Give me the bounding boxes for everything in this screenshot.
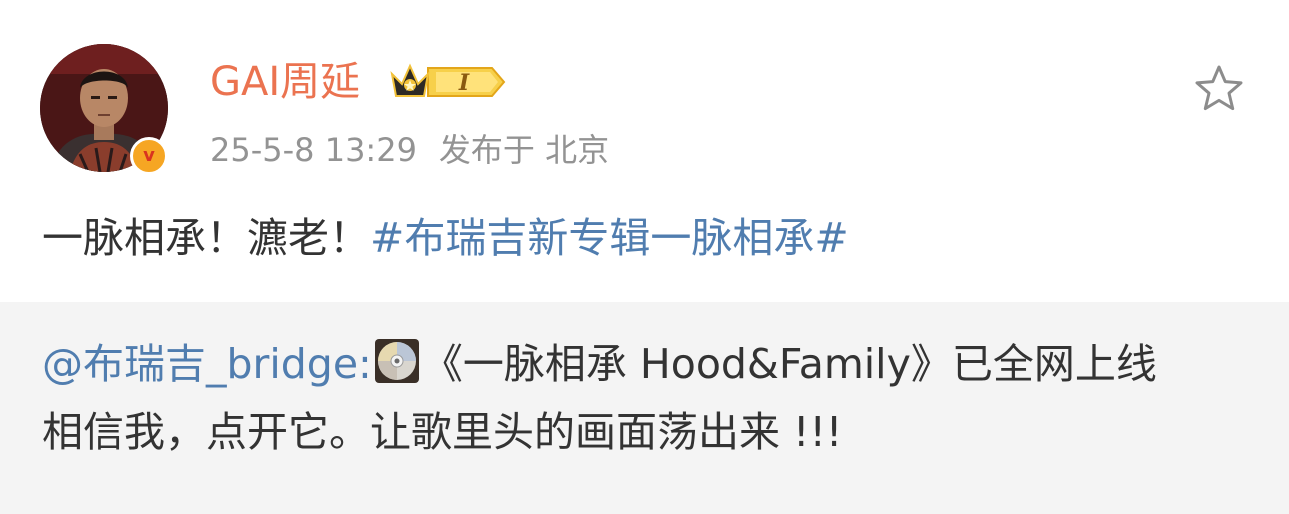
verified-v-icon: v (130, 137, 168, 175)
repost-line-2: 相信我，点开它。让歌里头的画面荡出来 !!! (42, 408, 843, 456)
author-avatar[interactable]: v (40, 44, 168, 175)
favorite-button[interactable] (1192, 62, 1246, 116)
author-name[interactable]: GAI周延 (210, 56, 360, 108)
crown-member-badge-icon[interactable]: I (388, 60, 506, 104)
repost-block[interactable]: @布瑞吉_bridge: 《一脉相承 Hood&Family》已全网上线 相信我… (0, 302, 1289, 514)
hashtag-link[interactable]: #布瑞吉新专辑一脉相承# (370, 214, 849, 262)
post-meta: 25-5-8 13:29 发布于 北京 (210, 128, 609, 172)
repost-line-1: @布瑞吉_bridge: 《一脉相承 Hood&Family》已全网上线 (42, 336, 1157, 392)
post-time[interactable]: 25-5-8 13:29 (210, 131, 417, 169)
member-badge-text: I (458, 70, 470, 96)
cd-icon (374, 338, 420, 384)
weibo-post-card: v GAI周延 I 25-5-8 13:29 发布于 北京 一脉相承！瀌老！#布瑞… (0, 0, 1289, 514)
post-content-text: 一脉相承！瀌老！ (42, 214, 370, 262)
post-location: 发布于 北京 (438, 131, 610, 169)
star-icon (1195, 65, 1243, 111)
repost-line-1-text: 《一脉相承 Hood&Family》已全网上线 (421, 340, 1157, 388)
mention-link[interactable]: @布瑞吉_bridge: (42, 340, 372, 388)
post-content: 一脉相承！瀌老！#布瑞吉新专辑一脉相承# (42, 210, 849, 266)
verified-mark-text: v (143, 145, 155, 166)
crown-icon: I (390, 63, 506, 97)
